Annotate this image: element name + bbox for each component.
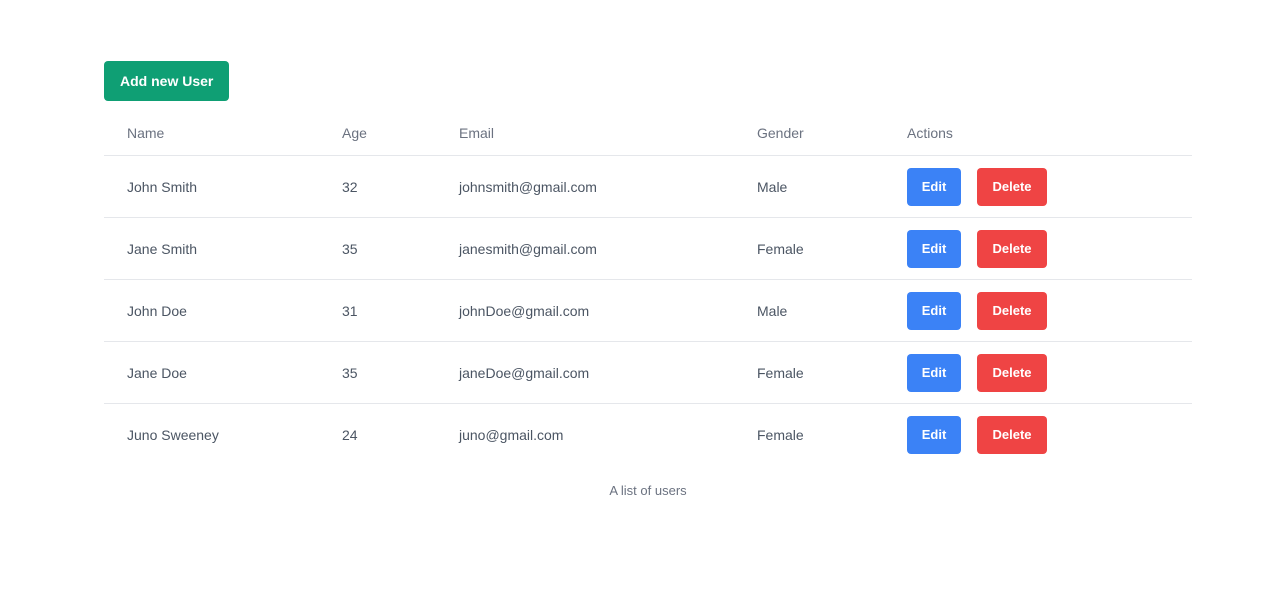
cell-gender: Male — [734, 155, 884, 218]
delete-button[interactable]: Delete — [977, 167, 1047, 206]
cell-actions: Edit Delete — [884, 341, 1192, 404]
header-actions: Actions — [884, 111, 1192, 156]
row-actions: Edit Delete — [907, 415, 1192, 454]
table-row: Jane Doe 35 janeDoe@gmail.com Female Edi… — [104, 341, 1192, 404]
users-table: Name Age Email Gender Actions John Smith… — [104, 111, 1192, 465]
cell-name: John Doe — [104, 279, 319, 342]
row-actions: Edit Delete — [907, 229, 1192, 268]
cell-actions: Edit Delete — [884, 155, 1192, 218]
cell-name: John Smith — [104, 155, 319, 218]
cell-age: 35 — [319, 217, 436, 280]
header-email: Email — [436, 111, 734, 156]
row-actions: Edit Delete — [907, 167, 1192, 206]
table-row: John Doe 31 johnDoe@gmail.com Male Edit … — [104, 279, 1192, 342]
edit-button[interactable]: Edit — [907, 167, 961, 206]
cell-age: 35 — [319, 341, 436, 404]
users-page: Add new User Name Age Email Gender Actio… — [0, 0, 1280, 616]
table-row: John Smith 32 johnsmith@gmail.com Male E… — [104, 155, 1192, 218]
header-age: Age — [319, 111, 436, 156]
cell-email: johnsmith@gmail.com — [436, 155, 734, 218]
cell-actions: Edit Delete — [884, 217, 1192, 280]
cell-gender: Male — [734, 279, 884, 342]
cell-email: janeDoe@gmail.com — [436, 341, 734, 404]
row-actions: Edit Delete — [907, 291, 1192, 330]
table-body: John Smith 32 johnsmith@gmail.com Male E… — [104, 155, 1192, 466]
delete-button[interactable]: Delete — [977, 353, 1047, 392]
edit-button[interactable]: Edit — [907, 353, 961, 392]
edit-button[interactable]: Edit — [907, 291, 961, 330]
users-container: Add new User Name Age Email Gender Actio… — [104, 61, 1192, 465]
delete-button[interactable]: Delete — [977, 229, 1047, 268]
cell-age: 31 — [319, 279, 436, 342]
cell-gender: Female — [734, 217, 884, 280]
header-name: Name — [104, 111, 319, 156]
cell-gender: Female — [734, 341, 884, 404]
cell-email: janesmith@gmail.com — [436, 217, 734, 280]
cell-actions: Edit Delete — [884, 404, 1192, 466]
cell-age: 24 — [342, 426, 358, 443]
row-actions: Edit Delete — [907, 353, 1192, 392]
edit-button[interactable]: Edit — [907, 415, 961, 454]
delete-button[interactable]: Delete — [977, 291, 1047, 330]
table-caption: A list of users — [609, 483, 687, 498]
table-header: Name Age Email Gender Actions — [104, 111, 1192, 156]
header-row: Name Age Email Gender Actions — [104, 111, 1192, 156]
delete-button[interactable]: Delete — [977, 415, 1047, 454]
cell-name: Juno Sweeney — [127, 426, 219, 443]
cell-email: juno@gmail.com — [459, 426, 564, 443]
cell-email: johnDoe@gmail.com — [436, 279, 734, 342]
edit-button[interactable]: Edit — [907, 229, 961, 268]
add-user-button[interactable]: Add new User — [104, 61, 230, 101]
header-gender: Gender — [734, 111, 884, 156]
cell-name: Jane Doe — [104, 341, 319, 404]
cell-gender: Female — [757, 426, 804, 443]
table-row: Jane Smith 35 janesmith@gmail.com Female… — [104, 217, 1192, 280]
cell-actions: Edit Delete — [884, 279, 1192, 342]
cell-age: 32 — [319, 155, 436, 218]
table-row: Juno Sweeney 24 juno@gmail.com Female Ed… — [104, 404, 1192, 466]
cell-name: Jane Smith — [104, 217, 319, 280]
